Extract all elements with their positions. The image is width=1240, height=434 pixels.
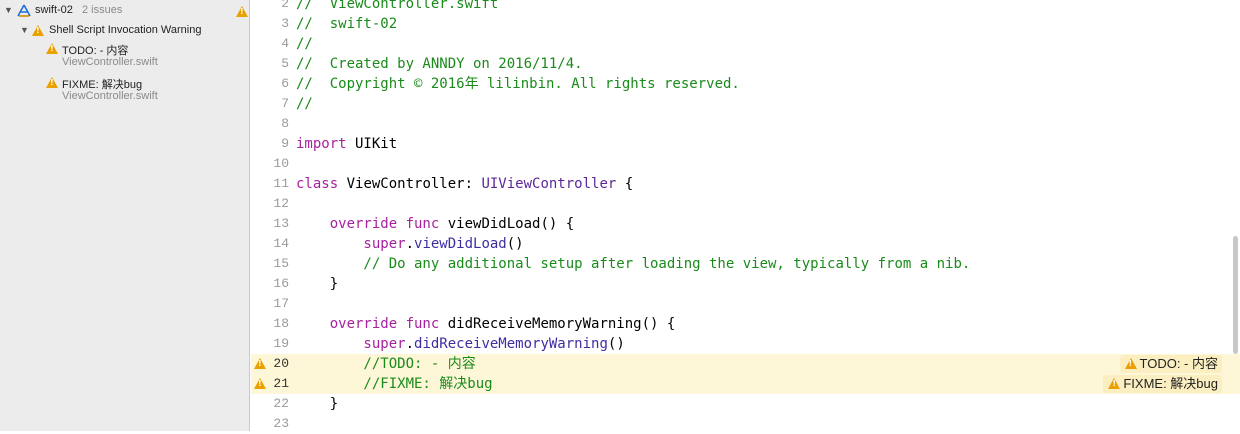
- code-line[interactable]: 4 //: [251, 34, 1240, 54]
- issue-badge-text: TODO: - 内容: [1139, 356, 1218, 371]
- code-line[interactable]: 19 super.didReceiveMemoryWarning(): [251, 334, 1240, 354]
- code-text: // Created by ANNDY on 2016/11/4.: [296, 56, 583, 72]
- code-line[interactable]: 5 // Created by ANNDY on 2016/11/4.: [251, 54, 1240, 74]
- code-text: // Copyright © 2016年 lilinbin. All right…: [296, 76, 740, 92]
- source-editor[interactable]: 2 // ViewController.swift 3 // swift-02 4 // 5…: [251, 0, 1240, 431]
- line-number: 5: [281, 56, 289, 71]
- code-text: //FIXME: 解决bug: [296, 376, 493, 392]
- issue-group-row[interactable]: ▼ Shell Script Invocation Warning: [0, 23, 249, 39]
- issue-warning-icon: [1124, 358, 1137, 369]
- issue-warning-icon: [1108, 378, 1121, 389]
- line-number: 23: [273, 416, 289, 431]
- line-number: 12: [273, 196, 289, 211]
- code-line[interactable]: 7 //: [251, 94, 1240, 114]
- code-text: override func viewDidLoad() {: [296, 216, 575, 232]
- todo-warning-icon: [46, 43, 58, 54]
- group-warning-icon: [32, 25, 44, 36]
- disclosure-triangle-icon[interactable]: ▼: [4, 5, 13, 15]
- code-text: // Do any additional setup after loading…: [296, 256, 971, 272]
- issue-file: ViewController.swift: [62, 56, 158, 68]
- line-number: 8: [281, 116, 289, 131]
- issue-group-title: Shell Script Invocation Warning: [49, 24, 202, 36]
- line-number: 11: [273, 176, 289, 191]
- code-line[interactable]: 20 //TODO: - 内容TODO: - 内容: [251, 354, 1240, 374]
- xcode-project-icon: [17, 4, 31, 17]
- code-line[interactable]: 14 super.viewDidLoad(): [251, 234, 1240, 254]
- code-line[interactable]: 12: [251, 194, 1240, 214]
- line-number: 7: [281, 96, 289, 111]
- line-number: 13: [273, 216, 289, 231]
- code-line[interactable]: 13 override func viewDidLoad() {: [251, 214, 1240, 234]
- inline-issue-badge[interactable]: FIXME: 解决bug: [1103, 375, 1222, 393]
- line-number: 4: [281, 36, 289, 51]
- code-line[interactable]: 9 import UIKit: [251, 134, 1240, 154]
- project-warning-icon: [236, 6, 248, 17]
- code-text: class ViewController: UIViewController {: [296, 176, 634, 192]
- vertical-scrollbar[interactable]: [1233, 236, 1238, 354]
- code-line[interactable]: 17: [251, 294, 1240, 314]
- issue-item-fixme[interactable]: FIXME: 解决bug ViewController.swift: [0, 76, 249, 106]
- issue-navigator: ▼ swift-02 2 issues ▼ Shell Script Invoc…: [0, 0, 250, 431]
- line-number: 9: [281, 136, 289, 151]
- project-row[interactable]: ▼ swift-02 2 issues: [0, 3, 249, 19]
- line-number: 2: [281, 0, 289, 11]
- line-number: 10: [273, 156, 289, 171]
- code-line[interactable]: 2 // ViewController.swift: [251, 0, 1240, 14]
- line-number: 22: [273, 396, 289, 411]
- code-line[interactable]: 10: [251, 154, 1240, 174]
- code-line[interactable]: 3 // swift-02: [251, 14, 1240, 34]
- code-text: super.viewDidLoad(): [296, 236, 524, 252]
- issue-file: ViewController.swift: [62, 90, 158, 102]
- code-text: //: [296, 36, 313, 52]
- code-line[interactable]: 21 //FIXME: 解决bugFIXME: 解决bug: [251, 374, 1240, 394]
- code-text: }: [296, 396, 339, 412]
- code-line[interactable]: 15 // Do any additional setup after load…: [251, 254, 1240, 274]
- code-line[interactable]: 18 override func didReceiveMemoryWarning…: [251, 314, 1240, 334]
- code-text: // swift-02: [296, 16, 398, 32]
- line-number: 14: [273, 236, 289, 251]
- code-text: }: [296, 276, 339, 292]
- gutter-warning-icon[interactable]: [254, 358, 266, 369]
- code-line[interactable]: 8: [251, 114, 1240, 134]
- code-text: //: [296, 96, 313, 112]
- code-line[interactable]: 23: [251, 414, 1240, 434]
- gutter-warning-icon[interactable]: [254, 378, 266, 389]
- disclosure-triangle-icon[interactable]: ▼: [20, 25, 29, 35]
- code-line[interactable]: 22 }: [251, 394, 1240, 414]
- code-text: override func didReceiveMemoryWarning() …: [296, 316, 676, 332]
- code-line[interactable]: 6 // Copyright © 2016年 lilinbin. All righ…: [251, 74, 1240, 94]
- line-number: 16: [273, 276, 289, 291]
- code-text: super.didReceiveMemoryWarning(): [296, 336, 625, 352]
- line-number: 18: [273, 316, 289, 331]
- inline-issue-badge[interactable]: TODO: - 内容: [1119, 355, 1222, 373]
- line-number: 19: [273, 336, 289, 351]
- code-text: import UIKit: [296, 136, 398, 152]
- fixme-warning-icon: [46, 77, 58, 88]
- code-line[interactable]: 16 }: [251, 274, 1240, 294]
- code-line[interactable]: 11 class ViewController: UIViewController…: [251, 174, 1240, 194]
- code-text: // ViewController.swift: [296, 0, 499, 12]
- line-number: 6: [281, 76, 289, 91]
- issue-count: 2 issues: [82, 4, 123, 16]
- issue-item-todo[interactable]: TODO: - 内容 ViewController.swift: [0, 42, 249, 72]
- issue-badge-text: FIXME: 解决bug: [1123, 376, 1218, 391]
- line-number: 17: [273, 296, 289, 311]
- line-number: 3: [281, 16, 289, 31]
- project-name: swift-02: [35, 4, 73, 16]
- line-number: 15: [273, 256, 289, 271]
- code-text: //TODO: - 内容: [296, 356, 476, 372]
